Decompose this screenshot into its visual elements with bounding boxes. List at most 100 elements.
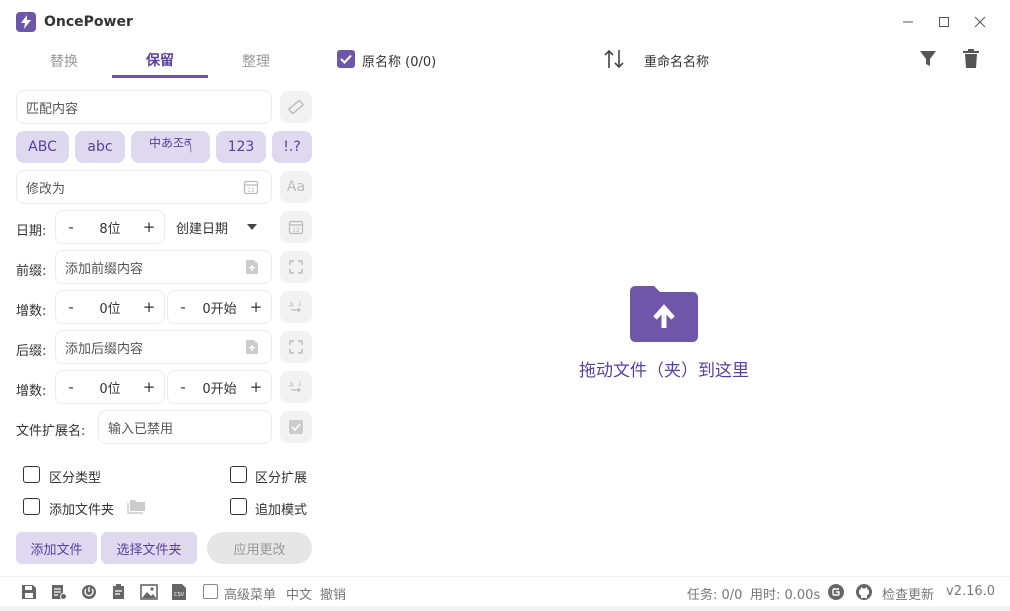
- plus-icon[interactable]: +: [142, 298, 156, 316]
- mode-tabs: 替换 保留 整理: [16, 44, 312, 80]
- date-digits-stepper[interactable]: - 8位 +: [55, 210, 165, 244]
- check-update-link[interactable]: 检查更新: [882, 584, 934, 603]
- gitee-icon[interactable]: [827, 583, 845, 601]
- close-icon[interactable]: [969, 12, 991, 32]
- tab-organize[interactable]: 整理: [208, 44, 304, 78]
- maximize-icon[interactable]: [933, 12, 955, 32]
- status-bar: CSV 高级菜单 中文 撤销 任务: 0/0 用时: 0.00s 检查更新 v2…: [0, 576, 1010, 606]
- date-calendar-icon[interactable]: 12: [280, 211, 312, 243]
- append-mode-checkbox[interactable]: [230, 498, 247, 515]
- prefix-digits-stepper[interactable]: - 0位 +: [55, 290, 165, 324]
- svg-text:CSV: CSV: [174, 592, 185, 598]
- file-upload-icon[interactable]: [245, 259, 259, 279]
- prefix-start-value: 0开始: [202, 301, 237, 317]
- log-icon[interactable]: [50, 583, 68, 601]
- prefix-start-stepper[interactable]: - 0开始 +: [167, 290, 272, 324]
- distinguish-ext-checkbox[interactable]: [230, 466, 247, 483]
- advanced-menu-checkbox[interactable]: [203, 584, 218, 599]
- chip-cjk[interactable]: 中あ조ན: [131, 131, 210, 163]
- chip-lowercase[interactable]: abc: [75, 131, 125, 163]
- text-case-icon[interactable]: Aa: [280, 171, 312, 203]
- folder-upload-icon[interactable]: [630, 286, 698, 346]
- add-file-button[interactable]: 添加文件: [16, 532, 97, 564]
- plus-icon[interactable]: +: [249, 298, 263, 316]
- filter-icon[interactable]: [919, 50, 937, 72]
- language-toggle[interactable]: 中文: [286, 584, 312, 603]
- image-icon[interactable]: [140, 583, 158, 601]
- increment-mode-icon[interactable]: A1: [280, 371, 312, 403]
- power-icon[interactable]: [80, 583, 98, 601]
- minus-icon[interactable]: -: [64, 378, 78, 396]
- prefix-label: 前缀:: [16, 264, 47, 279]
- distinguish-ext-label: 区分扩展: [255, 471, 308, 486]
- chip-uppercase[interactable]: ABC: [16, 131, 69, 163]
- app-window: OncePower 替换 保留 整理 匹配内容 ABC abc 中あ조ན 123…: [0, 0, 1010, 611]
- date-label: 日期:: [16, 224, 47, 239]
- file-upload-icon[interactable]: [245, 339, 259, 359]
- task-count: 任务: 0/0: [687, 588, 743, 603]
- folders-icon: [127, 498, 147, 518]
- append-mode-label: 追加模式: [255, 503, 308, 518]
- plus-icon[interactable]: +: [249, 378, 263, 396]
- suffix-increment-label: 增数:: [16, 384, 47, 399]
- svg-text:1: 1: [298, 381, 302, 388]
- tab-replace[interactable]: 替换: [16, 44, 112, 78]
- suffix-start-value: 0开始: [202, 381, 237, 397]
- github-icon[interactable]: [855, 583, 873, 601]
- suffix-start-stepper[interactable]: - 0开始 +: [167, 370, 272, 404]
- modify-to-input[interactable]: 修改为: [16, 170, 272, 204]
- prefix-digits-value: 0位: [99, 301, 121, 317]
- date-type-select[interactable]: 创建日期: [176, 210, 266, 244]
- swap-icon[interactable]: [280, 251, 312, 283]
- undo-button[interactable]: 撤销: [320, 584, 346, 603]
- increment-mode-icon[interactable]: A1: [280, 291, 312, 323]
- modify-to-placeholder: 修改为: [26, 181, 66, 197]
- apply-changes-button[interactable]: 应用更改: [207, 532, 312, 564]
- save-icon[interactable]: [20, 583, 38, 601]
- minus-icon[interactable]: -: [64, 218, 78, 236]
- csv-icon[interactable]: CSV: [170, 583, 188, 601]
- suffix-placeholder: 添加后缀内容: [65, 341, 144, 357]
- prefix-placeholder: 添加前缀内容: [65, 261, 144, 277]
- original-name-checkbox[interactable]: [337, 50, 355, 68]
- plus-icon[interactable]: +: [142, 378, 156, 396]
- trash-icon[interactable]: [963, 49, 979, 72]
- calendar-icon[interactable]: 12: [243, 179, 259, 199]
- sort-icon[interactable]: [603, 48, 625, 74]
- tab-keep[interactable]: 保留: [112, 44, 208, 78]
- add-folder-label: 添加文件夹: [49, 503, 115, 518]
- minus-icon[interactable]: -: [176, 378, 190, 396]
- plus-icon[interactable]: +: [142, 218, 156, 236]
- distinguish-type-checkbox[interactable]: [23, 466, 40, 483]
- distinguish-type-label: 区分类型: [49, 471, 102, 486]
- suffix-input[interactable]: 添加后缀内容: [55, 330, 272, 364]
- match-content-input[interactable]: 匹配内容: [16, 90, 272, 124]
- match-content-placeholder: 匹配内容: [26, 101, 79, 117]
- ruler-icon[interactable]: [280, 91, 312, 123]
- svg-text:A: A: [289, 381, 294, 389]
- minus-icon[interactable]: -: [64, 298, 78, 316]
- advanced-menu-label: 高级菜单: [224, 588, 277, 603]
- extension-input[interactable]: 输入已禁用: [98, 410, 272, 444]
- elapsed-time: 用时: 0.00s: [750, 588, 821, 603]
- add-folder-checkbox[interactable]: [23, 498, 40, 515]
- date-digits-value: 8位: [99, 221, 121, 237]
- chip-symbols[interactable]: !.?: [272, 131, 312, 163]
- minimize-icon[interactable]: [897, 12, 919, 32]
- swap-icon[interactable]: [280, 331, 312, 363]
- title-bar: OncePower: [0, 0, 1010, 44]
- svg-text:12: 12: [292, 227, 300, 234]
- date-type-value: 创建日期: [176, 221, 229, 237]
- chevron-down-icon: [247, 224, 257, 230]
- extension-toggle-icon[interactable]: [280, 411, 312, 443]
- suffix-digits-value: 0位: [99, 381, 121, 397]
- rename-name-header: 重命名名称: [644, 55, 710, 70]
- chip-digits[interactable]: 123: [216, 131, 266, 163]
- minus-icon[interactable]: -: [176, 298, 190, 316]
- prefix-input[interactable]: 添加前缀内容: [55, 250, 272, 284]
- extension-placeholder: 输入已禁用: [108, 421, 174, 437]
- select-folder-button[interactable]: 选择文件夹: [101, 532, 197, 564]
- svg-text:A: A: [289, 301, 294, 309]
- clipboard-icon[interactable]: [110, 583, 128, 601]
- suffix-digits-stepper[interactable]: - 0位 +: [55, 370, 165, 404]
